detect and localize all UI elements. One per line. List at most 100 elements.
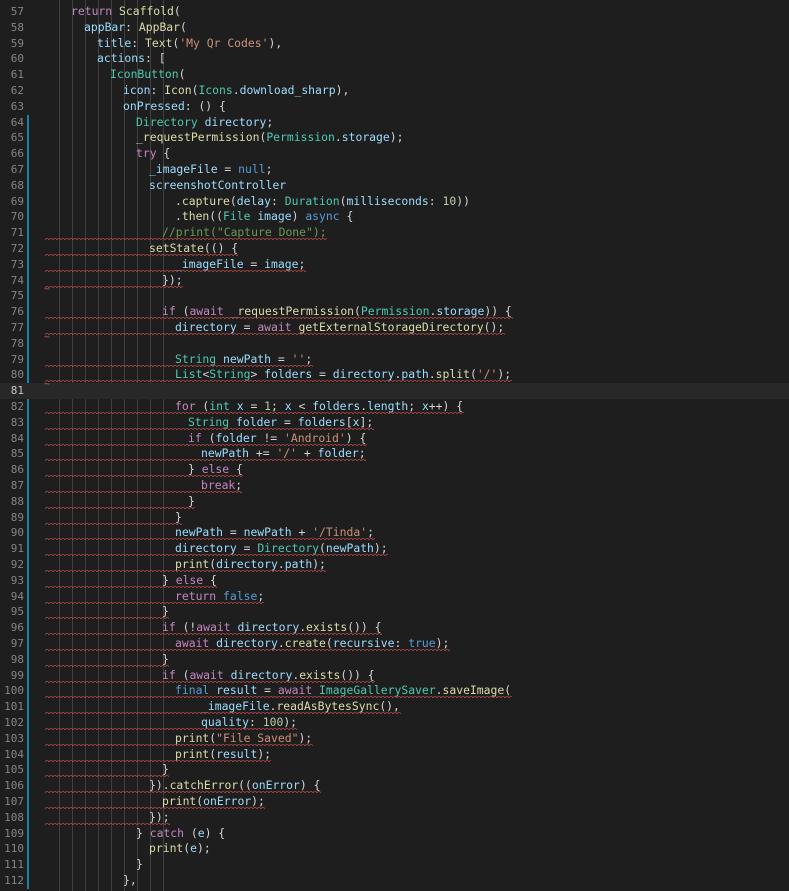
code-line[interactable]: 103 print("File Saved"); xyxy=(0,731,789,747)
error-squiggle xyxy=(45,727,298,730)
line-number: 76 xyxy=(10,305,24,319)
code-line[interactable]: 66 try { xyxy=(0,146,789,162)
code-line[interactable]: 111} xyxy=(0,857,789,873)
line-number: 83 xyxy=(10,415,24,429)
code-line[interactable]: 70 .then((File image) async { xyxy=(0,209,789,225)
line-number: 89 xyxy=(10,510,24,524)
line-number: 94 xyxy=(10,589,24,603)
code-line[interactable]: 84 if (folder != 'Android') { xyxy=(0,431,789,447)
code-line[interactable]: 71//print("Capture Done"); xyxy=(0,225,789,241)
code-line[interactable]: 106}).catchError((onError) { xyxy=(0,778,789,794)
code-line[interactable]: 99 if (await directory.exists()) { xyxy=(0,668,789,684)
line-number: 72 xyxy=(10,242,24,255)
error-squiggle xyxy=(45,411,464,414)
code-line[interactable]: 105} xyxy=(0,762,789,778)
code-line[interactable]: 79 String newPath = ''; xyxy=(0,352,789,368)
error-squiggle xyxy=(45,758,272,762)
code-line[interactable]: 94 return false; xyxy=(0,589,789,605)
error-squiggle xyxy=(45,679,376,683)
code-line[interactable]: 86} else { xyxy=(0,462,789,478)
error-squiggle xyxy=(45,316,513,320)
code-line[interactable]: 77 directory = await getExternalStorageDi… xyxy=(0,320,789,336)
line-number: 65 xyxy=(10,131,24,145)
code-line[interactable]: 89} xyxy=(0,510,789,526)
error-squiggle xyxy=(45,790,321,794)
code-line[interactable]: 58 appBar: AppBar( xyxy=(0,20,789,36)
code-line[interactable]: 61 IconButton( xyxy=(0,67,789,83)
error-squiggle xyxy=(45,569,327,572)
code-line[interactable]: 62 icon: Icon(Icons.download_sharp), xyxy=(0,83,789,99)
line-number: 70 xyxy=(10,210,24,224)
line-number: 71 xyxy=(10,226,24,240)
line-number: 111 xyxy=(4,858,24,872)
code-line[interactable]: 74}); xyxy=(0,273,789,289)
line-number: 105 xyxy=(4,763,24,777)
code-line[interactable]: 104 print(result); xyxy=(0,747,789,763)
line-number: 90 xyxy=(10,526,24,540)
code-line[interactable]: 97 await directory.create(recursive: true… xyxy=(0,636,789,652)
error-squiggle xyxy=(45,553,389,557)
code-line[interactable]: 98} xyxy=(0,652,789,668)
code-line[interactable]: 87 break; xyxy=(0,478,789,494)
code-line[interactable]: 80 List<String> folders = directory.path.… xyxy=(0,367,789,383)
code-line[interactable]: 76 if (await _requestPermission(Permissio… xyxy=(0,304,789,320)
code-line[interactable]: 102 quality: 100); xyxy=(0,715,789,731)
code-line[interactable]: 110 print(e); xyxy=(0,841,789,857)
code-line[interactable]: 65 _requestPermission(Permission.storage)… xyxy=(0,130,789,146)
code-line[interactable]: 85 newPath += '/' + folder; xyxy=(0,446,789,462)
code-text: }, xyxy=(123,873,137,887)
code-line[interactable]: 91 directory = Directory(newPath); xyxy=(0,541,789,557)
line-number: 106 xyxy=(4,779,24,793)
code-line[interactable]: 92 print(directory.path); xyxy=(0,557,789,573)
code-editor[interactable]: 57 return Scaffold(58 appBar: AppBar(59 tit… xyxy=(0,0,789,891)
code-line[interactable]: 100 final result = await ImageGallerySave… xyxy=(0,683,789,699)
code-line[interactable]: 64 Directory directory; xyxy=(0,115,789,131)
code-line[interactable]: 63 onPressed: () { xyxy=(0,99,789,115)
code-line[interactable]: 109} catch (e) { xyxy=(0,826,789,842)
code-text: Directory directory; xyxy=(136,114,274,129)
error-squiggle xyxy=(45,442,367,446)
code-text: .then((File image) async { xyxy=(175,209,354,224)
line-number: 108 xyxy=(4,810,24,824)
code-line[interactable]: 82 for (int x = 1; x < folders.length; x+… xyxy=(0,399,789,415)
code-line[interactable]: 75 ~ xyxy=(0,284,789,304)
line-number: 93 xyxy=(10,573,24,587)
code-line[interactable]: 96 if (!await directory.exists()) { xyxy=(0,620,789,636)
code-text: title: Text('My Qr Codes'), xyxy=(97,35,283,50)
error-squiggle xyxy=(45,616,169,620)
code-text: return Scaffold( xyxy=(71,4,181,18)
code-line[interactable]: 88} xyxy=(0,494,789,510)
code-line[interactable]: 69 .capture(delay: Duration(milliseconds:… xyxy=(0,194,789,210)
code-line[interactable]: 57 return Scaffold( xyxy=(0,4,789,20)
error-marker: ~ xyxy=(44,379,51,391)
code-text: actions: [ xyxy=(97,51,166,66)
error-squiggle xyxy=(45,632,383,636)
code-text: screenshotController xyxy=(149,177,287,192)
error-squiggle xyxy=(45,505,195,509)
line-number: 100 xyxy=(4,684,24,698)
code-line[interactable]: 81 ~ xyxy=(0,379,789,399)
code-line[interactable]: 60 actions: [ xyxy=(0,51,789,67)
line-number: 74 xyxy=(10,273,24,287)
error-squiggle xyxy=(45,253,239,256)
code-line[interactable]: 72 setState(() { xyxy=(0,241,789,257)
code-line[interactable]: 108}); xyxy=(0,810,789,826)
code-line[interactable]: 59 title: Text('My Qr Codes'), xyxy=(0,36,789,52)
code-line[interactable]: 112}, xyxy=(0,873,789,889)
code-line[interactable]: 101 _imageFile.readAsBytesSync(), xyxy=(0,699,789,715)
code-line[interactable]: 73 _imageFile = image; xyxy=(0,257,789,273)
line-number: 92 xyxy=(10,558,24,571)
code-line[interactable]: 90 newPath = newPath + '/Tinda'; xyxy=(0,525,789,541)
code-line[interactable]: 83 String folder = folders[x]; xyxy=(0,415,789,431)
error-squiggle xyxy=(45,584,218,588)
code-line[interactable]: 67 _imageFile = null; xyxy=(0,162,789,178)
code-line[interactable]: 78 ~ xyxy=(0,332,789,352)
line-number: 73 xyxy=(10,257,24,271)
error-squiggle xyxy=(45,474,244,478)
code-line[interactable]: 107 print(onError); xyxy=(0,794,789,810)
code-line[interactable]: 93} else { xyxy=(0,573,789,589)
line-number: 60 xyxy=(10,52,24,66)
code-line[interactable]: 68 screenshotController xyxy=(0,178,789,194)
line-number: 103 xyxy=(4,731,24,745)
code-line[interactable]: 95} xyxy=(0,604,789,620)
